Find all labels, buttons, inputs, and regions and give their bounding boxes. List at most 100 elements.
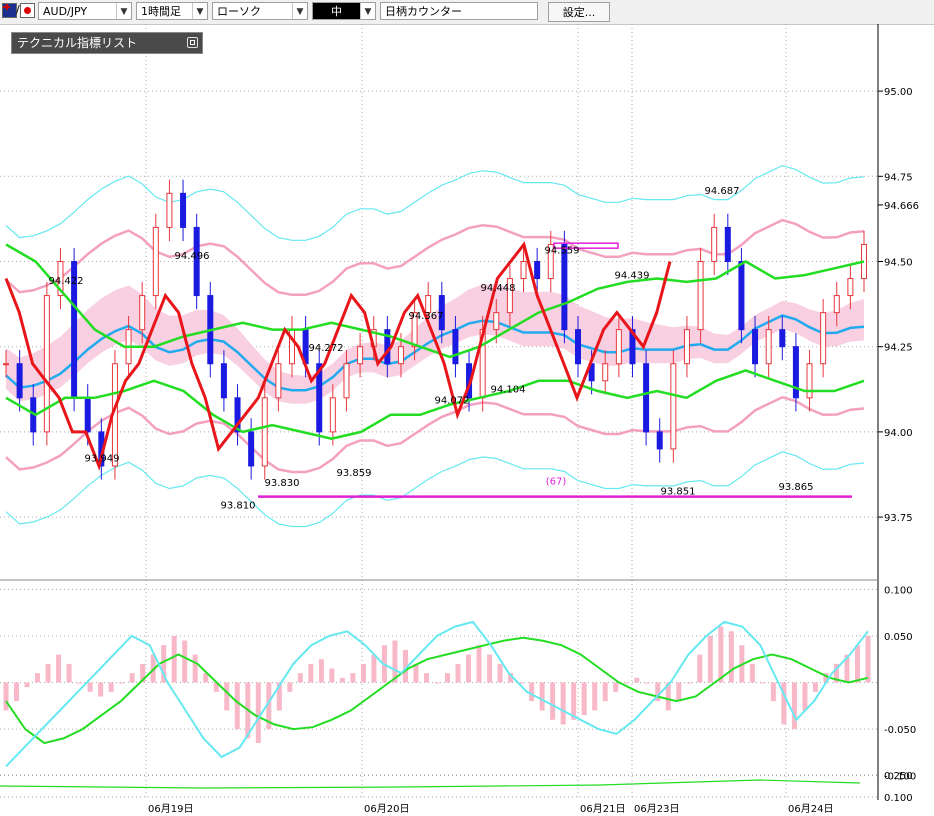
macd-histogram-bar [812,682,818,692]
macd-histogram-bar [686,682,692,684]
macd-panel: 0.1000.050-0.050-0.100 [0,579,916,783]
macd-histogram-bar [791,682,797,730]
macd-histogram-bar [644,682,650,684]
price-annotation: 93.810 [221,501,256,512]
price-annotation: 94.422 [49,276,84,287]
macd-histogram-bar [3,682,9,711]
candle-body [180,192,187,228]
settings-button[interactable]: 設定... [548,2,610,22]
price-annotation: 93.851 [661,487,696,498]
price-annotation: 94.367 [409,311,444,322]
macd-histogram-bar [45,663,51,683]
macd-histogram-bar [697,654,703,683]
macd-histogram-bar [550,682,556,720]
macd-histogram-bar [318,659,324,683]
macd-histogram-bar [634,677,640,683]
timeframe-select[interactable]: 1時間足 ▼ [136,2,208,20]
macd-histogram-bar [14,682,20,702]
macd-histogram-bar [529,682,535,702]
indicator-list-panel[interactable]: テクニカル指標リスト [11,32,203,54]
price-tick-label: 93.75 [884,513,913,524]
candle-body [220,363,227,399]
macd-histogram-bar [623,682,629,684]
price-tick-label: 94.666 [884,201,919,212]
macd-histogram-bar [182,640,188,683]
symbol-value: AUD/JPY [43,5,88,18]
candle-body [343,363,350,399]
candle-body [329,397,336,433]
price-annotation: 94.439 [615,270,650,281]
macd-histogram-bar [865,635,871,683]
price-annotation: 94.272 [309,343,344,354]
macd-histogram-bar [108,682,114,692]
macd-histogram-bar [718,626,724,683]
counter-field[interactable]: 日柄カウンター [380,2,538,20]
chevron-down-icon: ▼ [116,3,131,19]
restore-icon[interactable] [187,37,198,48]
macd-histogram-bar [497,663,503,683]
date-label: 06月24日 [788,803,833,815]
macd-histogram-bar [445,673,451,683]
candle-body [643,363,650,433]
candle-body [724,226,731,262]
candle-body [656,431,663,450]
macd-histogram-bar [581,682,587,716]
macd-line [5,620,869,768]
price-annotation: 93.949 [85,453,120,464]
candle-body [534,260,541,280]
macd-histogram-bar [770,682,776,702]
symbol-flags[interactable]: / [2,3,36,18]
price-annotation: 94.559 [545,245,580,256]
size-value: 中 [331,5,342,18]
macd-histogram-bar [119,682,125,684]
macd-histogram-bar [192,654,198,683]
size-select[interactable]: 中 ▼ [312,2,376,20]
price-tick-label: 94.25 [884,343,913,354]
price-annotation: 94.072 [435,395,470,406]
macd-histogram-bar [676,682,682,702]
chart-type-select[interactable]: ローソク ▼ [212,2,308,20]
date-label: 06月19日 [148,803,193,815]
candle-body [43,295,50,433]
candle-body [493,312,500,331]
candle-body [397,346,404,365]
sub-tick-label: 0.250 [884,771,913,782]
price-tick-label: 94.00 [884,428,913,439]
japan-flag-icon [20,3,35,18]
candle-body [139,295,146,331]
macd-histogram-bar [350,673,356,683]
macd-histogram-bar [854,645,860,683]
macd-tick-label: 0.100 [884,585,913,596]
bb-outer-upper [5,164,865,241]
candle-body [452,329,459,365]
chart-canvas[interactable]: 94.422 93.949 94.496 93.810 93.830 94.272 93.8… [0,24,934,816]
macd-histogram-bar [539,682,545,711]
date-label: 06月21日 [580,803,625,815]
candle-body [738,260,745,331]
macd-histogram-bar [592,682,598,711]
macd-histogram-bar [707,635,713,683]
macd-histogram-bar [35,673,41,683]
grid-lines [0,24,878,800]
price-annotation: 94.448 [481,283,516,294]
macd-histogram-bar [66,663,72,683]
time-axis: 06月19日 06月20日 06月21日 06月23日 06月24日 [148,803,833,815]
macd-histogram-bar [171,635,177,683]
candle-body [16,363,23,399]
candle-body [711,226,718,262]
bb-inner-upper [5,218,865,297]
macd-tick-label: 0.050 [884,632,913,643]
candle-body [765,329,772,365]
macd-histogram-bar [371,654,377,683]
candle-body [806,363,813,399]
candle-body [357,346,364,365]
candle-body [261,397,268,467]
symbol-select[interactable]: AUD/JPY ▼ [38,2,132,20]
candle-body [683,329,690,365]
macd-histogram-bar [255,682,261,744]
sub-tick-label: 0.100 [884,793,913,804]
candle-body [847,278,854,297]
macd-histogram-bar [297,673,303,683]
candle-body [520,260,527,280]
candle-body [166,192,173,228]
